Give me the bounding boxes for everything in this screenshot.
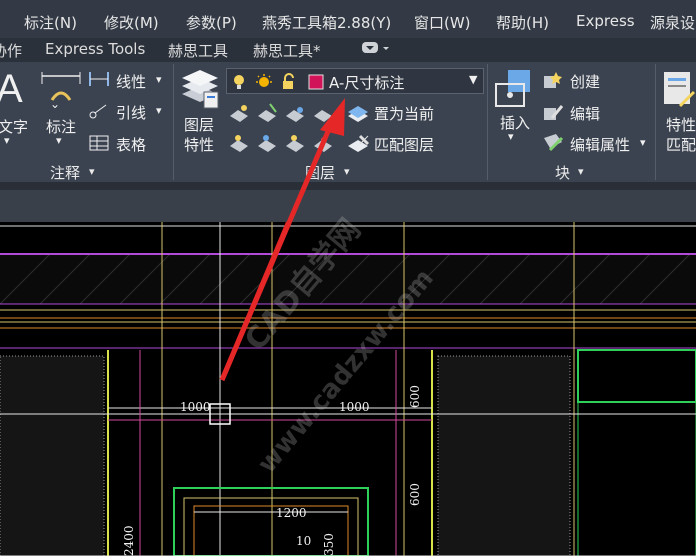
red-arrow-icon (219, 98, 345, 381)
